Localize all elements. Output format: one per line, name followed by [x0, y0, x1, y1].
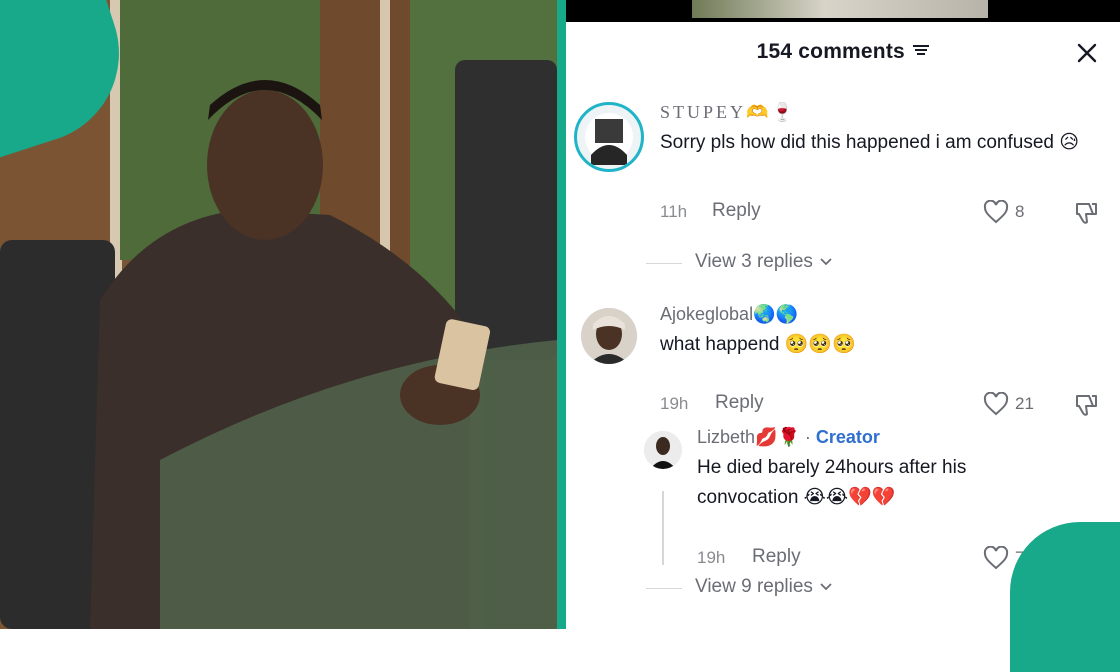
- close-button[interactable]: [1076, 42, 1098, 69]
- reply-text-line-1: He died barely 24hours after his: [697, 457, 967, 478]
- thumbs-down-icon: [1076, 395, 1097, 416]
- view-more-replies-button[interactable]: View 9 replies: [695, 576, 833, 598]
- thread-line: [662, 491, 664, 565]
- avatar[interactable]: [581, 308, 637, 364]
- comment-username[interactable]: Ajokeglobal🌏🌎: [660, 304, 798, 325]
- avatar[interactable]: [574, 102, 644, 172]
- like-button[interactable]: 21: [983, 392, 1034, 416]
- chevron-down-icon: [820, 258, 832, 266]
- reply-text-line-2: convocation 😭😭💔💔: [697, 487, 896, 508]
- comments-header: 154 comments: [566, 40, 1120, 70]
- thread-divider: [646, 588, 682, 589]
- close-icon: [1077, 43, 1097, 63]
- heart-icon: [983, 392, 1009, 416]
- sort-icon[interactable]: [913, 43, 930, 62]
- comment-time: 11h: [660, 202, 688, 221]
- like-count: 21: [1015, 394, 1034, 413]
- chevron-down-icon: [820, 583, 832, 591]
- heart-icon: [983, 546, 1009, 570]
- reply-button[interactable]: Reply: [715, 392, 764, 414]
- view-replies-button[interactable]: View 3 replies: [695, 251, 833, 273]
- divider: [557, 0, 566, 629]
- creator-badge: Creator: [815, 427, 880, 447]
- thumbs-down-icon: [1076, 203, 1097, 224]
- reply-button[interactable]: Reply: [752, 546, 801, 568]
- dislike-button[interactable]: [1072, 394, 1098, 423]
- like-button[interactable]: 8: [983, 200, 1024, 224]
- heart-icon: [983, 200, 1009, 224]
- reply-button[interactable]: Reply: [712, 200, 761, 222]
- avatar[interactable]: [644, 431, 682, 469]
- dislike-button[interactable]: [1072, 202, 1098, 231]
- thread-divider: [646, 263, 682, 264]
- view-more-replies-label: View 9 replies: [695, 576, 813, 597]
- reply-username-row: Lizbeth💋🌹 · Creator: [697, 427, 880, 448]
- reply-username[interactable]: Lizbeth💋🌹: [697, 427, 800, 447]
- like-count: 8: [1015, 202, 1025, 221]
- comment-text: Sorry pls how did this happened i am con…: [660, 132, 1080, 153]
- badge-separator: ·: [799, 427, 816, 447]
- comment-time: 19h: [660, 394, 689, 413]
- comments-count-title: 154 comments: [756, 40, 905, 63]
- comment-text: what happend 🥺🥺🥺: [660, 334, 856, 355]
- video-thumbnail: [692, 0, 988, 18]
- comment-username[interactable]: STUPEY🫶🍷: [660, 102, 797, 123]
- view-replies-label: View 3 replies: [695, 251, 813, 272]
- reply-time: 19h: [697, 548, 726, 567]
